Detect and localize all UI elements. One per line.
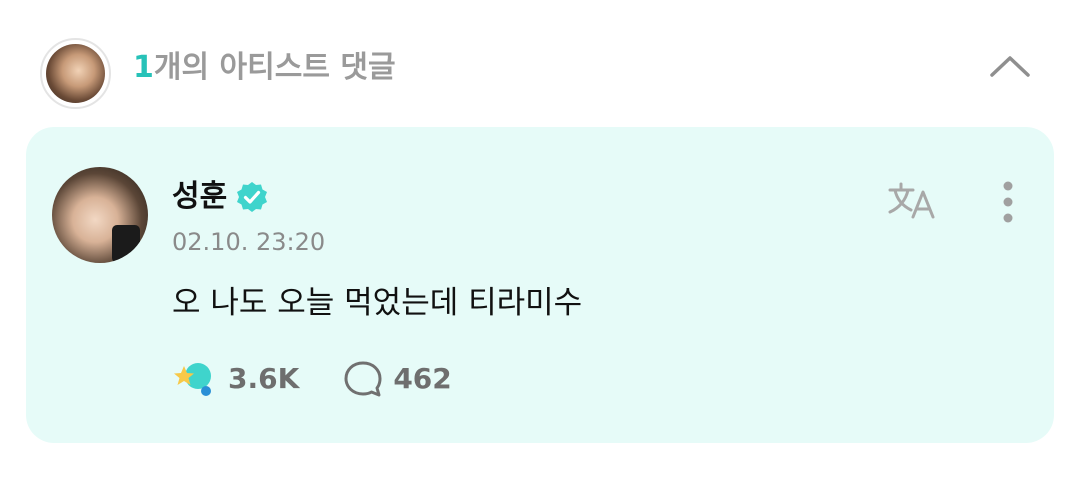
verified-badge-icon xyxy=(237,182,268,212)
author-row: 성훈 xyxy=(172,177,269,217)
reply-button[interactable]: 462 xyxy=(343,359,452,399)
reply-count: 462 xyxy=(393,362,452,395)
artist-comment-count-title: 1개의 아티스트 댓글 xyxy=(133,48,396,88)
artist-avatar-small xyxy=(40,38,111,109)
cheer-icon xyxy=(174,363,211,396)
collapse-button[interactable] xyxy=(986,48,1034,84)
comment-text: 오 나도 오늘 먹었는데 티라미수 xyxy=(172,285,583,321)
cheer-button[interactable]: 3.6K xyxy=(172,359,299,399)
artist-comment-label: 개의 아티스트 댓글 xyxy=(153,50,396,85)
artist-comment-count: 1 xyxy=(133,50,154,85)
comment-card: 성훈 02.10. 23:20 오 나도 오늘 먹었는데 티라미수 3.6K 4… xyxy=(26,127,1054,443)
chevron-up-icon xyxy=(990,56,1030,77)
comment-reactions: 3.6K 462 xyxy=(172,359,452,399)
more-options-button[interactable] xyxy=(994,179,1022,225)
translate-icon xyxy=(888,182,935,219)
comment-timestamp: 02.10. 23:20 xyxy=(172,228,326,256)
more-vertical-icon xyxy=(1003,181,1013,223)
artist-comment-header[interactable]: 1개의 아티스트 댓글 xyxy=(0,0,1075,126)
author-name[interactable]: 성훈 xyxy=(172,177,227,217)
like-count: 3.6K xyxy=(228,362,300,395)
author-avatar[interactable] xyxy=(52,167,148,263)
artist-comment-section: 1개의 아티스트 댓글 성훈 02.10. 23:20 오 나도 오늘 먹었는데… xyxy=(0,0,1075,477)
translate-button[interactable] xyxy=(886,179,942,221)
speech-bubble-icon xyxy=(344,361,382,397)
